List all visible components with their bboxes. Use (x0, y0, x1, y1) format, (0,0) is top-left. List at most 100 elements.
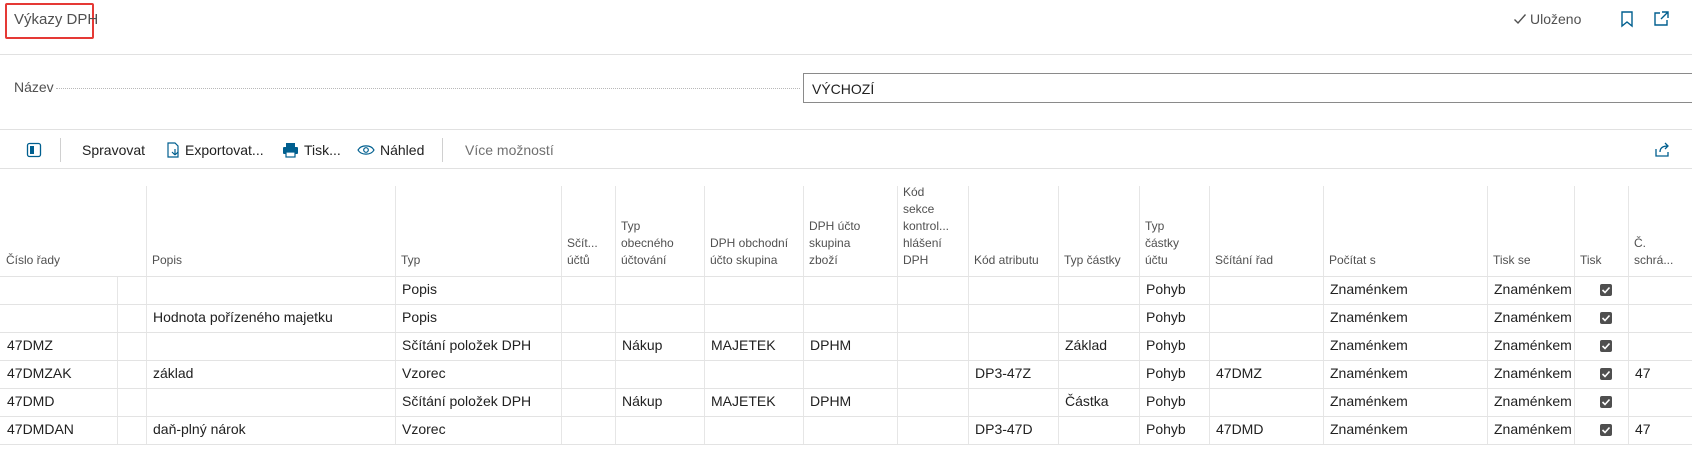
cell-clipboard-no[interactable]: 47 (1635, 365, 1651, 381)
cell-account-amount-type[interactable]: Pohyb (1146, 365, 1186, 381)
cell-calculate-with[interactable]: Znaménkem (1330, 281, 1408, 297)
cell-account-amount-type[interactable]: Pohyb (1146, 421, 1186, 437)
column-header-line: účtů (567, 253, 590, 267)
cell-amount-type[interactable]: Částka (1065, 393, 1109, 409)
column-header-gen-posting-type[interactable]: Typ obecného účtování (621, 218, 702, 269)
cell-calculate-with[interactable]: Znaménkem (1330, 309, 1408, 325)
column-divider[interactable] (1139, 186, 1140, 444)
column-divider[interactable] (897, 186, 898, 444)
checkmark-icon (1601, 398, 1611, 406)
cell-print-with[interactable]: Znaménkem (1494, 365, 1572, 381)
cell-print-with[interactable]: Znaménkem (1494, 337, 1572, 353)
column-divider[interactable] (395, 186, 396, 444)
print-checkbox[interactable] (1600, 368, 1612, 380)
column-header-row-no[interactable]: Číslo řady (6, 252, 115, 269)
cell-amount-type[interactable]: Základ (1065, 337, 1107, 353)
column-header-vat-prod-posting-group[interactable]: DPH účto skupina zboží (809, 218, 895, 269)
column-divider[interactable] (968, 186, 969, 444)
share-button[interactable] (1654, 138, 1671, 162)
cell-row-totaling[interactable]: 47DMZ (1216, 365, 1262, 381)
cell-calculate-with[interactable]: Znaménkem (1330, 337, 1408, 353)
more-options-button[interactable]: Více možností (465, 138, 554, 162)
cell-print-with[interactable]: Znaménkem (1494, 421, 1572, 437)
column-divider[interactable] (803, 186, 804, 444)
column-header-clipboard-no[interactable]: Č. schrá... (1634, 235, 1690, 269)
column-header-print-with[interactable]: Tisk se (1493, 252, 1572, 269)
column-header-vat-control-report-section[interactable]: Kód sekce kontrol... hlášení DPH (903, 184, 966, 269)
print-checkbox[interactable] (1600, 340, 1612, 352)
preview-button[interactable]: Náhled (357, 138, 424, 162)
column-divider[interactable] (1209, 186, 1210, 444)
column-header-print[interactable]: Tisk (1580, 252, 1626, 269)
column-divider[interactable] (615, 186, 616, 444)
cell-print-with[interactable]: Znaménkem (1494, 393, 1572, 409)
cell-type[interactable]: Vzorec (402, 421, 446, 437)
print-checkbox[interactable] (1600, 424, 1612, 436)
cell-calculate-with[interactable]: Znaménkem (1330, 421, 1408, 437)
cell-type[interactable]: Popis (402, 309, 437, 325)
column-header-account-totaling[interactable]: Sčít... účtů (567, 235, 613, 269)
column-header-calculate-with[interactable]: Počítat s (1329, 252, 1485, 269)
cell-vat-prod-posting-group[interactable]: DPHM (810, 393, 851, 409)
cell-type[interactable]: Sčítání položek DPH (402, 393, 531, 409)
cell-clipboard-no[interactable]: 47 (1635, 421, 1651, 437)
export-button[interactable]: Exportovat... (166, 138, 264, 162)
column-header-vat-bus-posting-group[interactable]: DPH obchodní účto skupina (710, 235, 801, 269)
manage-button[interactable]: Spravovat (82, 138, 145, 162)
column-header-line: Tisk se (1493, 253, 1531, 267)
cell-account-amount-type[interactable]: Pohyb (1146, 281, 1186, 297)
column-header-attribute-code[interactable]: Kód atributu (974, 252, 1056, 269)
column-divider[interactable] (146, 186, 147, 444)
cell-print-with[interactable]: Znaménkem (1494, 281, 1572, 297)
cell-calculate-with[interactable]: Znaménkem (1330, 393, 1408, 409)
cell-gen-posting-type[interactable]: Nákup (622, 337, 662, 353)
column-header-amount-type[interactable]: Typ částky (1064, 252, 1137, 269)
print-checkbox[interactable] (1600, 284, 1612, 296)
column-divider[interactable] (1628, 186, 1629, 444)
checkmark-icon (1601, 342, 1611, 350)
cell-gen-posting-type[interactable]: Nákup (622, 393, 662, 409)
column-divider[interactable] (1574, 186, 1575, 444)
cell-row-no[interactable]: 47DMDAN (7, 421, 74, 437)
cell-description[interactable]: základ (153, 365, 193, 381)
cell-type[interactable]: Popis (402, 281, 437, 297)
column-header-line: Č. (1634, 236, 1646, 250)
factbox-toggle-button[interactable] (26, 138, 42, 162)
column-header-row-totaling[interactable]: Sčítání řad (1215, 252, 1321, 269)
cell-type[interactable]: Sčítání položek DPH (402, 337, 531, 353)
cell-account-amount-type[interactable]: Pohyb (1146, 309, 1186, 325)
print-checkbox[interactable] (1600, 396, 1612, 408)
name-input[interactable]: VÝCHOZÍ (803, 73, 1692, 103)
page-title[interactable]: Výkazy DPH (14, 11, 98, 28)
cell-attribute-code[interactable]: DP3-47Z (975, 365, 1031, 381)
cell-vat-bus-posting-group[interactable]: MAJETEK (711, 337, 776, 353)
cell-type[interactable]: Vzorec (402, 365, 446, 381)
column-divider[interactable] (1487, 186, 1488, 444)
cell-vat-bus-posting-group[interactable]: MAJETEK (711, 393, 776, 409)
print-button[interactable]: Tisk... (282, 138, 341, 162)
open-new-window-icon[interactable] (1652, 10, 1670, 28)
cell-account-amount-type[interactable]: Pohyb (1146, 337, 1186, 353)
column-header-account-amount-type[interactable]: Typ částky účtu (1145, 218, 1207, 269)
column-divider[interactable] (1058, 186, 1059, 444)
cell-row-totaling[interactable]: 47DMD (1216, 421, 1263, 437)
cell-vat-prod-posting-group[interactable]: DPHM (810, 337, 851, 353)
column-divider[interactable] (704, 186, 705, 444)
cell-attribute-code[interactable]: DP3-47D (975, 421, 1033, 437)
check-icon (1514, 14, 1527, 25)
bookmark-icon[interactable] (1618, 10, 1636, 28)
column-header-description[interactable]: Popis (152, 252, 393, 269)
cell-print-with[interactable]: Znaménkem (1494, 309, 1572, 325)
print-checkbox[interactable] (1600, 312, 1612, 324)
cell-description[interactable]: Hodnota pořízeného majetku (153, 309, 333, 325)
toolbar-divider (442, 138, 443, 162)
cell-account-amount-type[interactable]: Pohyb (1146, 393, 1186, 409)
cell-description[interactable]: daň-plný nárok (153, 421, 246, 437)
column-header-type[interactable]: Typ (401, 252, 559, 269)
cell-row-no[interactable]: 47DMZAK (7, 365, 72, 381)
column-divider[interactable] (561, 186, 562, 444)
cell-row-no[interactable]: 47DMZ (7, 337, 53, 353)
cell-row-no[interactable]: 47DMD (7, 393, 54, 409)
cell-calculate-with[interactable]: Znaménkem (1330, 365, 1408, 381)
column-divider[interactable] (1323, 186, 1324, 444)
